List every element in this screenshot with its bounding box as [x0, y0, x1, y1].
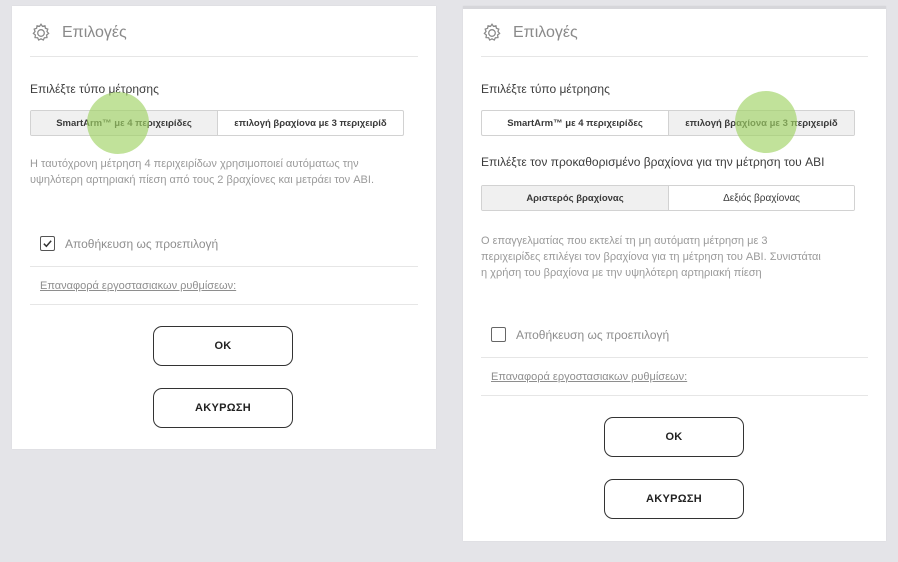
checkmark-icon	[43, 240, 52, 248]
divider	[30, 304, 418, 305]
divider	[30, 56, 418, 57]
cancel-button[interactable]: ΑΚΥΡΩΣΗ	[604, 479, 744, 519]
save-default-label: Αποθήκευση ως προεπιλογή	[516, 327, 670, 342]
save-default-row[interactable]: Αποθήκευση ως προεπιλογή	[491, 327, 669, 342]
option-left-arm[interactable]: Αριστερός βραχίονας	[482, 186, 668, 210]
factory-reset-link[interactable]: Επαναφορά εργοστασιακων ρυθμίσεων:	[40, 280, 236, 292]
divider	[481, 357, 868, 358]
ok-button[interactable]: ΟΚ	[604, 417, 744, 457]
measurement-type-selector: SmartArm™ με 4 περιχειρίδες επιλογή βραχ…	[30, 110, 404, 136]
gear-icon	[483, 23, 501, 41]
save-default-row[interactable]: Αποθήκευση ως προεπιλογή	[40, 236, 218, 251]
measurement-description: Η ταυτόχρονη μέτρηση 4 περιχειρίδων χρησ…	[30, 158, 375, 186]
dialog-header: Επιλογές	[481, 20, 578, 46]
divider	[30, 266, 418, 267]
option-smartarm-4-cuffs[interactable]: SmartArm™ με 4 περιχειρίδες	[31, 111, 217, 135]
top-border	[463, 6, 886, 9]
save-default-label: Αποθήκευση ως προεπιλογή	[65, 236, 219, 251]
option-arm-3-cuffs[interactable]: επιλογή βραχίονα με 3 περιχειρίδ	[668, 111, 854, 135]
measurement-description: Ο επαγγελματίας που εκτελεί τη μη αυτόμα…	[481, 235, 821, 279]
measurement-type-label: Επιλέξτε τύπο μέτρησης	[30, 82, 159, 96]
options-dialog-left: Επιλογές Επιλέξτε τύπο μέτρησης SmartArm…	[12, 6, 436, 449]
save-default-checkbox[interactable]	[40, 236, 55, 251]
option-smartarm-4-cuffs[interactable]: SmartArm™ με 4 περιχειρίδες	[482, 111, 668, 135]
option-right-arm[interactable]: Δεξιός βραχίονας	[668, 186, 854, 210]
divider	[481, 395, 868, 396]
default-arm-selector: Αριστερός βραχίονας Δεξιός βραχίονας	[481, 185, 855, 211]
dialog-header: Επιλογές	[30, 20, 127, 46]
option-arm-3-cuffs[interactable]: επιλογή βραχίονα με 3 περιχειρίδ	[217, 111, 403, 135]
default-arm-label: Επιλέξτε τον προκαθορισμένο βραχίονα για…	[481, 155, 825, 169]
measurement-type-label: Επιλέξτε τύπο μέτρησης	[481, 82, 610, 96]
dialog-title: Επιλογές	[513, 24, 578, 41]
gear-icon	[32, 23, 50, 41]
divider	[481, 56, 868, 57]
cancel-button[interactable]: ΑΚΥΡΩΣΗ	[153, 388, 293, 428]
ok-button[interactable]: ΟΚ	[153, 326, 293, 366]
measurement-type-selector: SmartArm™ με 4 περιχειρίδες επιλογή βραχ…	[481, 110, 855, 136]
options-dialog-right: Επιλογές Επιλέξτε τύπο μέτρησης SmartArm…	[463, 6, 886, 541]
save-default-checkbox[interactable]	[491, 327, 506, 342]
factory-reset-link[interactable]: Επαναφορά εργοστασιακων ρυθμίσεων:	[491, 371, 687, 383]
dialog-title: Επιλογές	[62, 24, 127, 41]
